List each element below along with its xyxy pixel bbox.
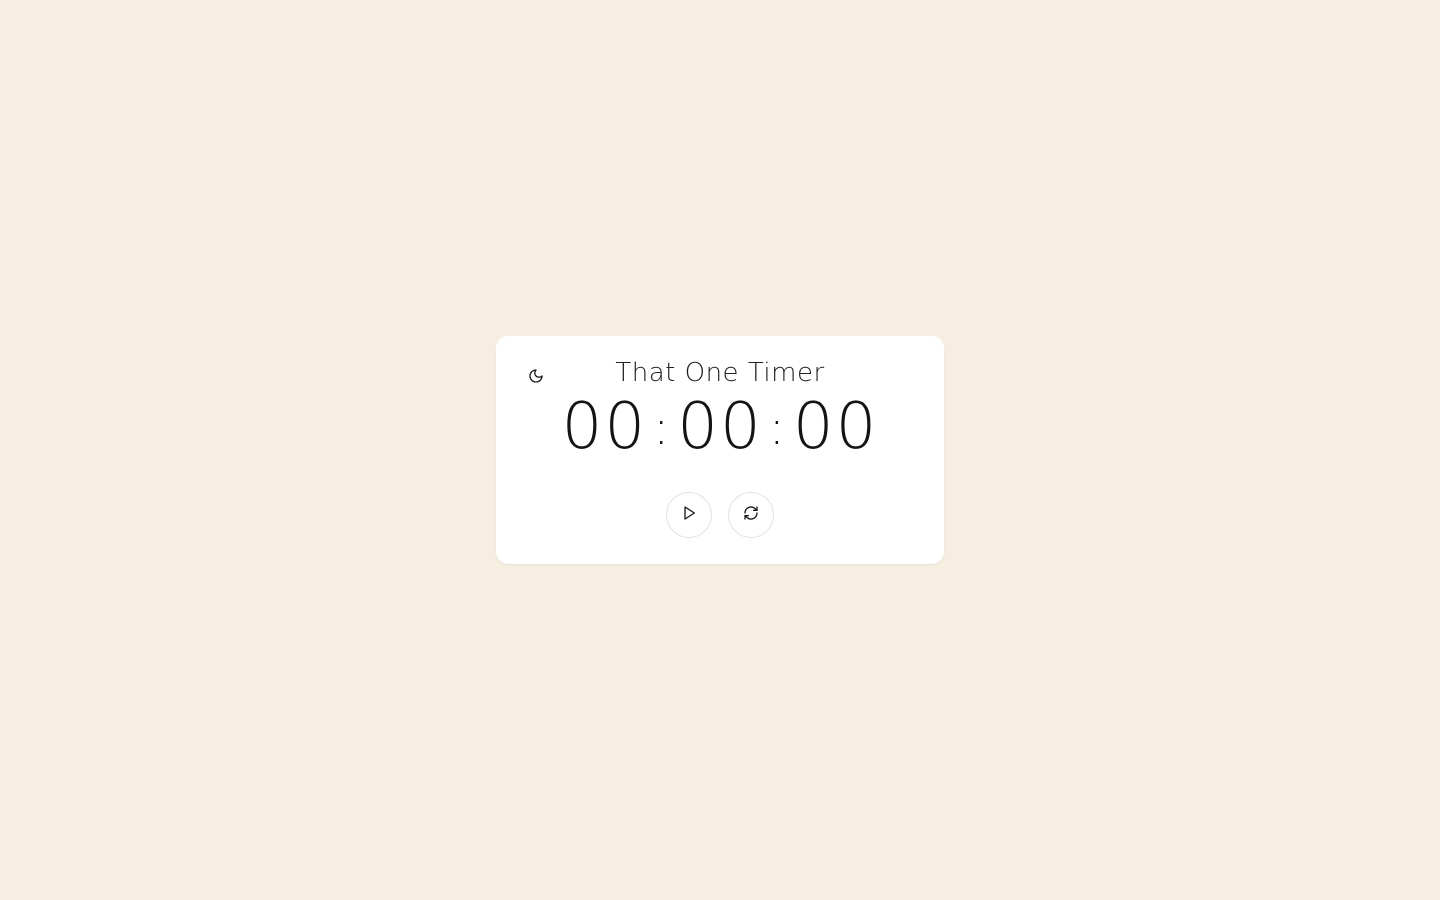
timer-seconds: 00 (792, 390, 879, 464)
timer-minutes: 00 (677, 390, 763, 464)
play-icon (681, 505, 697, 525)
page: That One Timer 00 : 00 : 00 (0, 0, 1440, 900)
refresh-icon (743, 505, 759, 525)
timer-card: That One Timer 00 : 00 : 00 (496, 336, 944, 564)
timer-display: 00 : 00 : 00 (496, 390, 944, 464)
app-title: That One Timer (615, 358, 825, 388)
play-button[interactable] (666, 492, 712, 538)
timer-separator: : (768, 400, 787, 456)
reset-button[interactable] (728, 492, 774, 538)
timer-hours: 00 (561, 390, 648, 464)
timer-separator: : (653, 400, 672, 456)
timer-controls (496, 492, 944, 538)
